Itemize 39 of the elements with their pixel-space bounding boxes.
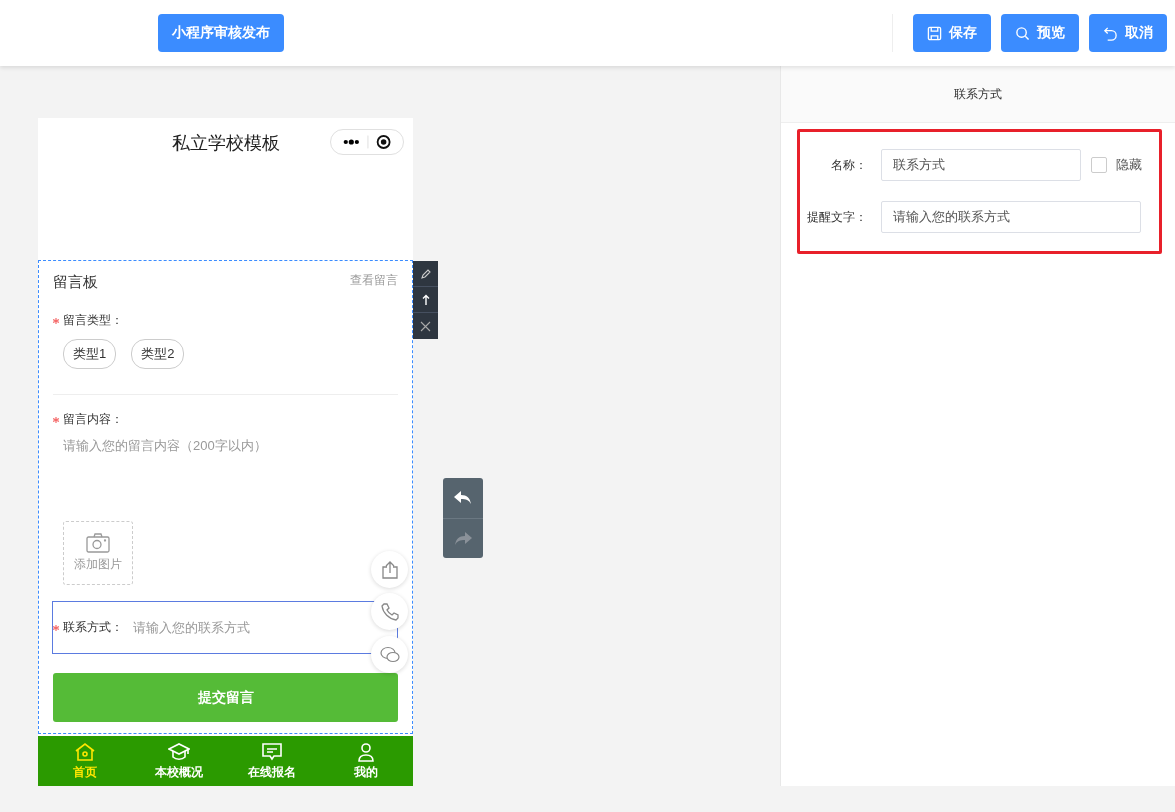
search-icon xyxy=(1015,25,1030,41)
phone-icon[interactable] xyxy=(371,593,408,630)
view-messages-link[interactable]: 查看留言 xyxy=(350,272,398,289)
publish-button[interactable]: 小程序审核发布 xyxy=(158,14,284,52)
section-title: 留言板 xyxy=(53,273,98,292)
field-label: 留言类型： xyxy=(63,312,123,329)
camera-icon xyxy=(86,533,110,553)
graduation-cap-icon xyxy=(167,741,190,762)
submit-button[interactable]: 提交留言 xyxy=(53,673,398,722)
hint-text-input[interactable]: 请输入您的联系方式 xyxy=(881,201,1141,233)
name-input[interactable]: 联系方式 xyxy=(881,149,1081,181)
page-title: 私立学校模板 xyxy=(171,132,280,155)
tab-bar-item[interactable]: 我的 xyxy=(319,736,413,786)
add-image-button[interactable]: 添加图片 xyxy=(63,521,133,585)
home-icon xyxy=(73,741,96,762)
field-label: 联系方式： xyxy=(63,619,123,636)
field-label: 留言内容： xyxy=(63,411,123,428)
tab-bar-item[interactable]: 首页 xyxy=(38,736,132,786)
undo-icon xyxy=(1103,25,1118,41)
type-option[interactable]: 类型1 xyxy=(63,339,117,369)
tab-bar-item[interactable]: 本校概况 xyxy=(131,736,226,786)
hide-checkbox[interactable] xyxy=(1091,157,1107,173)
chat-bubbles-icon[interactable] xyxy=(371,636,408,673)
panel-title: 联系方式 xyxy=(954,85,1002,103)
type-option[interactable]: 类型2 xyxy=(131,339,185,369)
redo-icon xyxy=(454,531,472,546)
preview-button[interactable]: 预览 xyxy=(1001,14,1079,52)
save-button[interactable]: 保存 xyxy=(913,14,991,52)
contact-input[interactable]: 请输入您的联系方式 xyxy=(133,618,333,637)
field-label: 提醒文字： xyxy=(806,208,868,226)
field-label: 名称： xyxy=(830,156,868,174)
save-icon xyxy=(927,25,942,41)
undo-icon xyxy=(454,491,472,505)
message-input-placeholder[interactable]: 请输入您的留言内容（200字以内） xyxy=(53,428,398,455)
upload-label: 添加图片 xyxy=(74,556,122,573)
tab-bar-item[interactable]: 在线报名 xyxy=(225,736,320,786)
cancel-button[interactable]: 取消 xyxy=(1089,14,1167,52)
checkbox-label: 隐藏 xyxy=(1116,156,1142,174)
chat-icon xyxy=(261,741,284,762)
